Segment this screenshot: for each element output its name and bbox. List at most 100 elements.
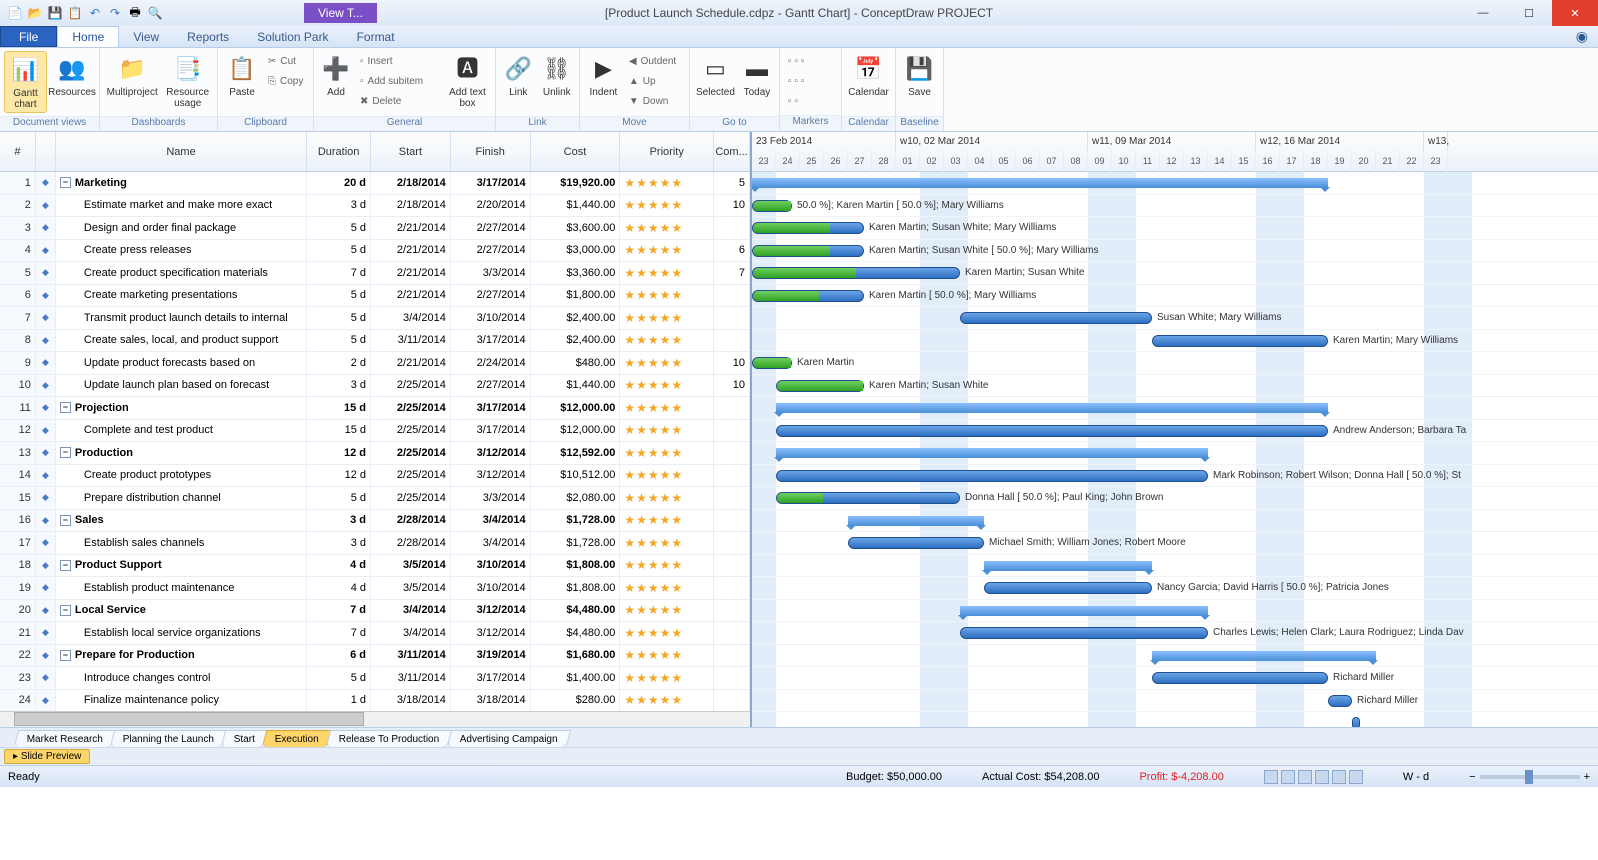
task-start[interactable]: 2/21/2014 [371, 285, 451, 307]
task-name[interactable]: −Marketing [56, 172, 307, 194]
summary-bar[interactable] [848, 516, 984, 526]
col-cost[interactable]: Cost [531, 132, 621, 171]
task-bar[interactable]: Karen Martin; Susan White [776, 380, 864, 392]
task-start[interactable]: 3/11/2014 [371, 667, 451, 689]
ribbon-tab-home[interactable]: Home [57, 26, 119, 47]
task-name[interactable]: Complete and test product [56, 420, 307, 442]
expand-icon[interactable]: − [60, 447, 71, 458]
task-bar[interactable]: Donna Hall [ 50.0 %]; Paul King; John Br… [776, 492, 960, 504]
sheet-tab[interactable]: Advertising Campaign [447, 730, 571, 747]
task-priority[interactable]: ★★★★★ [620, 622, 714, 644]
cut-button[interactable]: ✂Cut [264, 51, 307, 71]
expand-icon[interactable]: − [60, 650, 71, 661]
task-name[interactable]: −Production [56, 442, 307, 464]
zoom-in-icon[interactable]: + [1584, 771, 1590, 783]
task-name[interactable]: Update launch plan based on forecast [56, 375, 307, 397]
expand-icon[interactable]: − [60, 560, 71, 571]
task-complete[interactable] [714, 532, 750, 554]
task-cost[interactable]: $1,400.00 [531, 667, 621, 689]
task-priority[interactable]: ★★★★★ [620, 487, 714, 509]
task-finish[interactable]: 3/3/2014 [451, 487, 531, 509]
task-bar[interactable]: Michael Smith; William Jones; Robert Moo… [848, 537, 984, 549]
task-cost[interactable]: $12,000.00 [531, 420, 621, 442]
task-duration[interactable]: 5 d [307, 487, 371, 509]
marker-row[interactable]: ▫ ▫ [784, 91, 808, 111]
task-row[interactable]: 9◆Update product forecasts based on2 d2/… [0, 352, 750, 375]
task-row[interactable]: 19◆Establish product maintenance4 d3/5/2… [0, 577, 750, 600]
task-row[interactable]: 4◆Create press releases5 d2/21/20142/27/… [0, 240, 750, 263]
task-cost[interactable]: $4,480.00 [531, 600, 621, 622]
task-name[interactable]: Introduce changes control [56, 667, 307, 689]
task-duration[interactable]: 12 d [307, 465, 371, 487]
task-finish[interactable]: 3/10/2014 [451, 577, 531, 599]
task-finish[interactable]: 3/10/2014 [451, 307, 531, 329]
minimize-button[interactable]: — [1460, 0, 1506, 26]
task-duration[interactable]: 3 d [307, 195, 371, 217]
task-cost[interactable]: $1,440.00 [531, 195, 621, 217]
task-priority[interactable]: ★★★★★ [620, 195, 714, 217]
preview-icon[interactable]: 🔍 [146, 4, 164, 22]
task-name[interactable]: Create product prototypes [56, 465, 307, 487]
task-duration[interactable]: 15 d [307, 397, 371, 419]
task-row[interactable]: 8◆Create sales, local, and product suppo… [0, 330, 750, 353]
task-cost[interactable]: $1,800.00 [531, 285, 621, 307]
indent-button[interactable]: ▶Indent [584, 51, 623, 113]
task-priority[interactable]: ★★★★★ [620, 285, 714, 307]
task-cost[interactable]: $19,920.00 [531, 172, 621, 194]
task-finish[interactable]: 2/24/2014 [451, 352, 531, 374]
task-name[interactable]: Establish product maintenance [56, 577, 307, 599]
task-priority[interactable]: ★★★★★ [620, 645, 714, 667]
maximize-button[interactable]: ☐ [1506, 0, 1552, 26]
task-finish[interactable]: 2/27/2014 [451, 240, 531, 262]
slide-preview-button[interactable]: ▸ Slide Preview [4, 749, 90, 764]
col-indicator[interactable] [36, 132, 56, 171]
sheet-tab[interactable]: Release To Production [326, 730, 453, 747]
task-name[interactable]: Update product forecasts based on [56, 352, 307, 374]
task-complete[interactable] [714, 577, 750, 599]
task-start[interactable]: 3/5/2014 [371, 555, 451, 577]
task-complete[interactable] [714, 555, 750, 577]
task-complete[interactable] [714, 420, 750, 442]
expand-icon[interactable]: − [60, 515, 71, 526]
task-complete[interactable]: 10 [714, 195, 750, 217]
col-start[interactable]: Start [371, 132, 451, 171]
task-cost[interactable]: $2,080.00 [531, 487, 621, 509]
task-duration[interactable]: 7 d [307, 262, 371, 284]
grid-hscroll[interactable] [0, 711, 750, 727]
task-priority[interactable]: ★★★★★ [620, 240, 714, 262]
expand-icon[interactable]: − [60, 402, 71, 413]
resources-button[interactable]: 👥Resources [49, 51, 95, 113]
task-finish[interactable]: 3/12/2014 [451, 622, 531, 644]
col-complete[interactable]: Com... [714, 132, 750, 171]
insert-button[interactable]: ▫Insert [356, 51, 442, 71]
summary-bar[interactable] [752, 178, 1328, 188]
sheet-tab[interactable]: Start [221, 730, 269, 747]
task-row[interactable]: 11◆−Projection15 d2/25/20143/17/2014$12,… [0, 397, 750, 420]
task-name[interactable]: Transmit product launch details to inter… [56, 307, 307, 329]
task-complete[interactable]: 5 [714, 172, 750, 194]
task-priority[interactable]: ★★★★★ [620, 555, 714, 577]
task-start[interactable]: 2/25/2014 [371, 487, 451, 509]
task-cost[interactable]: $2,400.00 [531, 307, 621, 329]
task-bar[interactable]: Karen Martin; Susan White [ 50.0 %]; Mar… [752, 245, 864, 257]
unlink-button[interactable]: ⛓Unlink [539, 51, 576, 113]
task-bar[interactable]: Karen Martin; Mary Williams [1152, 335, 1328, 347]
task-complete[interactable] [714, 690, 750, 712]
task-duration[interactable]: 3 d [307, 510, 371, 532]
delete-button[interactable]: ✖Delete [356, 91, 442, 111]
task-finish[interactable]: 3/17/2014 [451, 667, 531, 689]
task-start[interactable]: 3/4/2014 [371, 622, 451, 644]
task-duration[interactable]: 15 d [307, 420, 371, 442]
task-start[interactable]: 2/18/2014 [371, 195, 451, 217]
status-view-icons[interactable] [1264, 770, 1363, 784]
task-priority[interactable]: ★★★★★ [620, 172, 714, 194]
task-name[interactable]: Create press releases [56, 240, 307, 262]
task-finish[interactable]: 3/10/2014 [451, 555, 531, 577]
task-complete[interactable]: 6 [714, 240, 750, 262]
task-priority[interactable]: ★★★★★ [620, 420, 714, 442]
task-row[interactable]: 5◆Create product specification materials… [0, 262, 750, 285]
undo-icon[interactable]: ↶ [86, 4, 104, 22]
goto-today-button[interactable]: ▬Today [739, 51, 775, 113]
summary-bar[interactable] [776, 448, 1208, 458]
baseline-save-button[interactable]: 💾Save [900, 51, 939, 113]
